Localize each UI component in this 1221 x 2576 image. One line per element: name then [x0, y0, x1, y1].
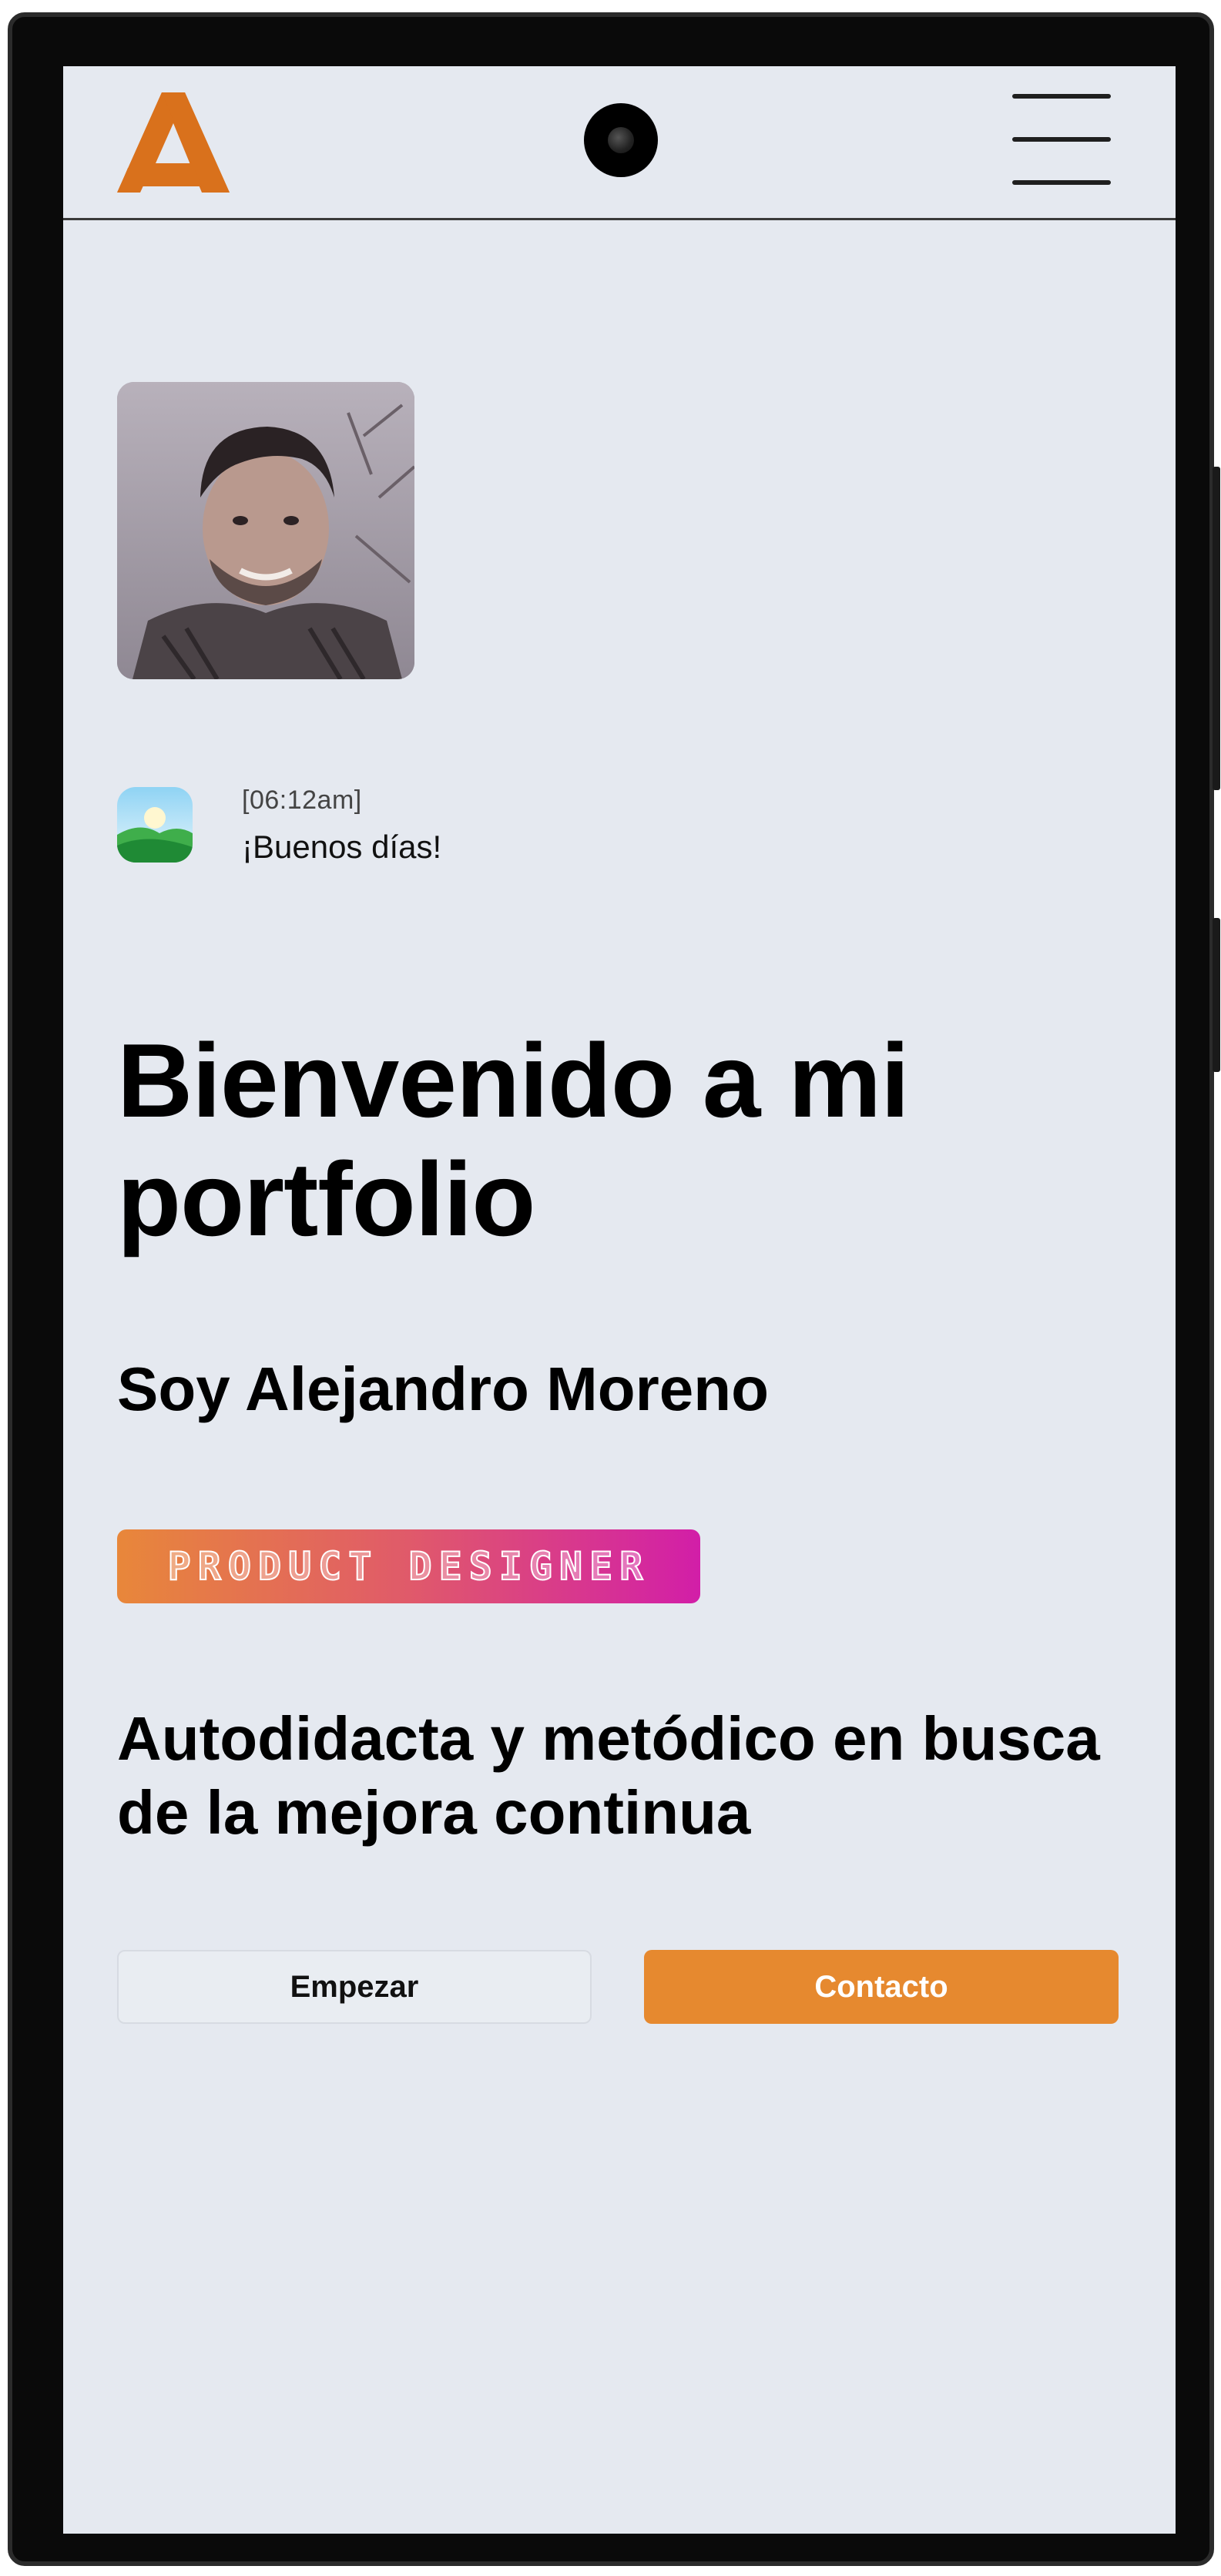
camera-lens	[608, 127, 634, 153]
greeting-time: [06:12am]	[242, 786, 362, 815]
hamburger-menu-icon[interactable]	[1012, 94, 1111, 185]
contact-button[interactable]: Contacto	[644, 1950, 1119, 2024]
navbar	[63, 66, 1176, 220]
role-tag-label: PRODUCT DESIGNER	[167, 1543, 650, 1589]
greeting-message: ¡Buenos días!	[242, 829, 442, 865]
start-button[interactable]: Empezar	[117, 1950, 592, 2024]
sunrise-landscape-icon	[117, 787, 193, 863]
side-button-power	[1213, 918, 1220, 1072]
brand-logo-icon[interactable]	[117, 92, 230, 193]
profile-photo	[117, 382, 414, 679]
hero-subtitle: Soy Alejandro Moreno	[117, 1355, 770, 1423]
role-tag: PRODUCT DESIGNER	[117, 1529, 700, 1603]
screen: [06:12am] ¡Buenos días! Bienvenido a mi …	[63, 66, 1176, 2534]
page-title: Bienvenido a mi portfolio	[117, 1022, 910, 1258]
phone-frame: [06:12am] ¡Buenos días! Bienvenido a mi …	[8, 12, 1220, 2566]
side-button-volume	[1213, 467, 1220, 790]
hero-lead: Autodidacta y metódico en busca de la me…	[117, 1704, 1100, 1847]
front-camera	[584, 103, 658, 177]
